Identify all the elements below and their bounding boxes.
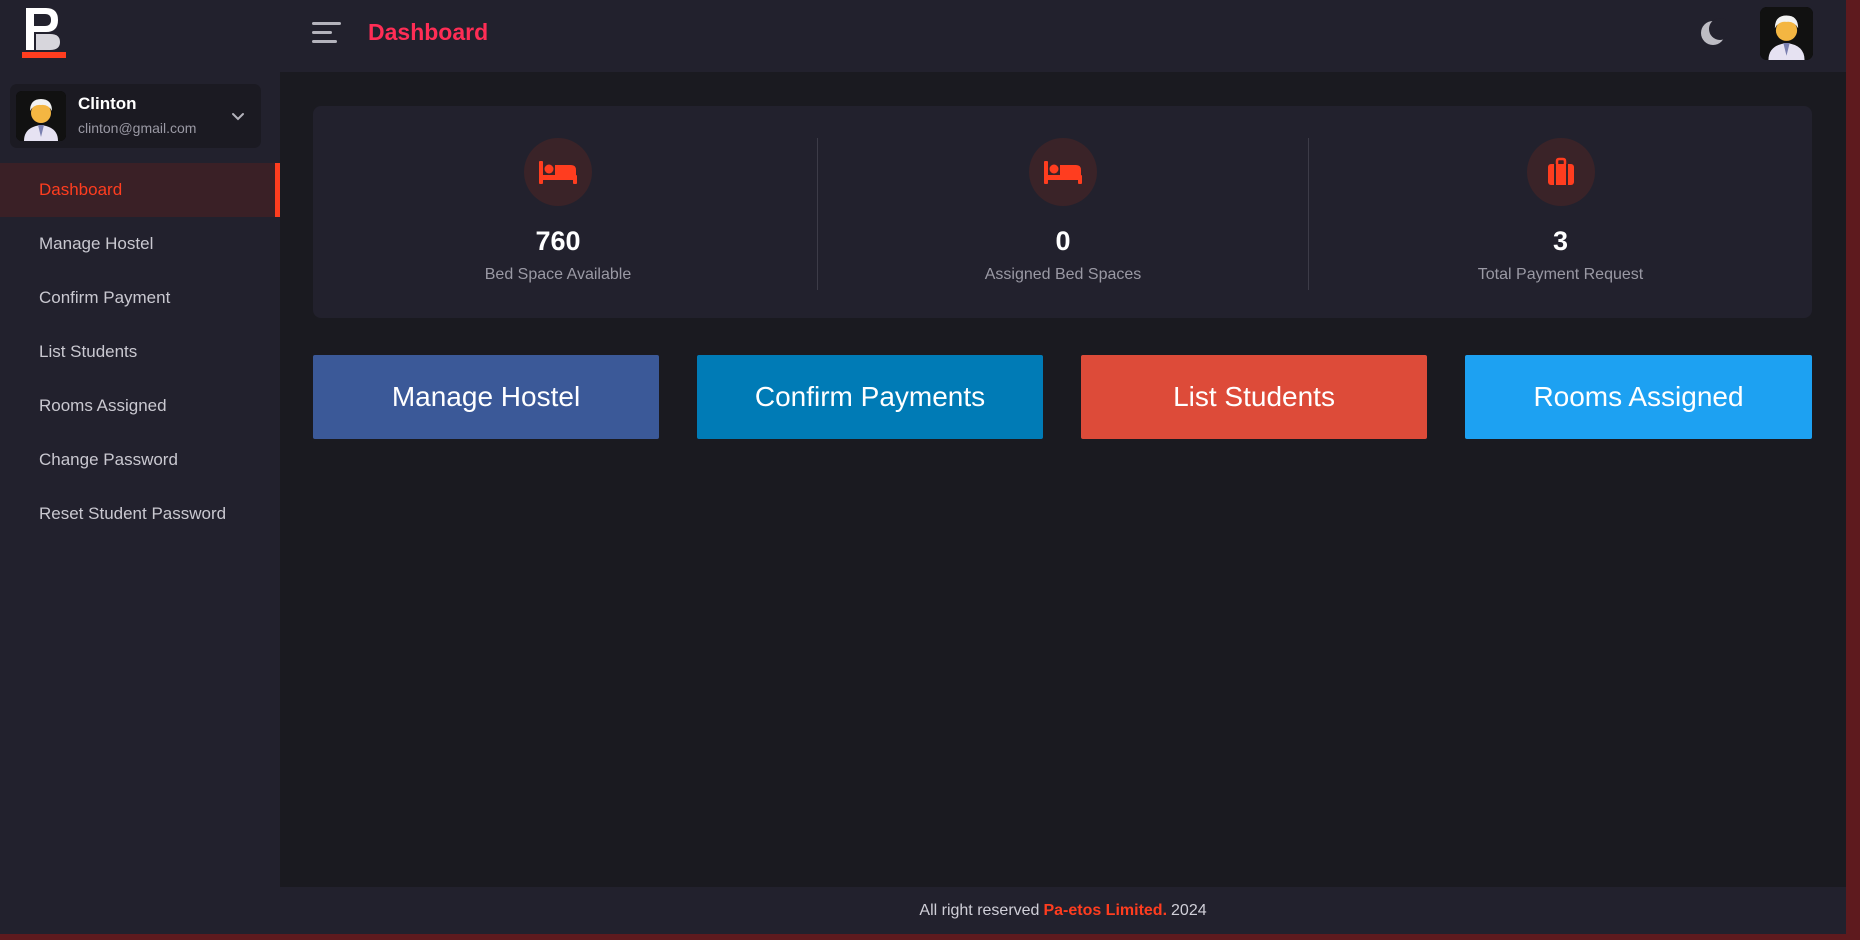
sidebar-item-rooms-assigned[interactable]: Rooms Assigned — [0, 379, 280, 433]
logo[interactable] — [20, 4, 68, 64]
stats-card: 760 Bed Space Available 0 Assigned Bed S… — [313, 106, 1812, 318]
stat-value: 0 — [1055, 226, 1071, 256]
sidebar-item-dashboard[interactable]: Dashboard — [0, 163, 280, 217]
confirm-payments-button[interactable]: Confirm Payments — [697, 355, 1043, 439]
footer-brand-link[interactable]: Pa-etos Limited. — [1043, 902, 1167, 920]
suitcase-icon — [1526, 138, 1595, 206]
bed-icon — [524, 138, 592, 206]
stat-value: 3 — [1552, 226, 1569, 256]
stat-total-payment-request: 3 Total Payment Request — [1309, 106, 1812, 318]
profile-email: clinton@gmail.com — [78, 120, 197, 136]
footer-year: 2024 — [1171, 901, 1207, 919]
sidebar-item-reset-student-password[interactable]: Reset Student Password — [0, 487, 280, 541]
footer-text: All right reserved — [919, 901, 1040, 919]
profile-name: Clinton — [78, 94, 137, 113]
main-content: 760 Bed Space Available 0 Assigned Bed S… — [280, 72, 1846, 887]
bed-icon — [1029, 138, 1097, 206]
page-title: Dashboard — [368, 19, 489, 45]
list-students-button[interactable]: List Students — [1081, 355, 1427, 439]
sidebar-item-confirm-payment[interactable]: Confirm Payment — [0, 271, 280, 325]
chevron-down-icon[interactable] — [228, 106, 248, 126]
stat-label: Bed Space Available — [484, 266, 632, 283]
sidebar-nav: Dashboard Manage Hostel Confirm Payment … — [0, 163, 280, 541]
stat-label: Total Payment Request — [1477, 266, 1644, 283]
stat-value: 760 — [535, 226, 581, 256]
manage-hostel-button[interactable]: Manage Hostel — [313, 355, 659, 439]
stat-assigned-bed-spaces: 0 Assigned Bed Spaces — [818, 106, 1308, 318]
moon-icon[interactable] — [1698, 18, 1731, 48]
footer: All right reserved Pa-etos Limited. 2024 — [280, 887, 1846, 934]
stat-label: Assigned Bed Spaces — [984, 266, 1142, 283]
sidebar-item-manage-hostel[interactable]: Manage Hostel — [0, 217, 280, 271]
menu-icon[interactable] — [312, 22, 341, 44]
window-edge-right — [1846, 0, 1860, 940]
avatar — [16, 91, 66, 141]
user-avatar-button[interactable] — [1760, 7, 1813, 60]
quick-actions: Manage Hostel Confirm Payments List Stud… — [313, 355, 1812, 439]
user-profile-card[interactable]: Clinton clinton@gmail.com — [10, 84, 261, 148]
window-edge-bottom — [0, 934, 1860, 940]
sidebar-item-change-password[interactable]: Change Password — [0, 433, 280, 487]
top-bar: Dashboard — [280, 0, 1846, 72]
rooms-assigned-button[interactable]: Rooms Assigned — [1465, 355, 1812, 439]
sidebar: Clinton clinton@gmail.com Dashboard Mana… — [0, 0, 280, 934]
sidebar-item-list-students[interactable]: List Students — [0, 325, 280, 379]
stat-bed-space-available: 760 Bed Space Available — [313, 106, 803, 318]
